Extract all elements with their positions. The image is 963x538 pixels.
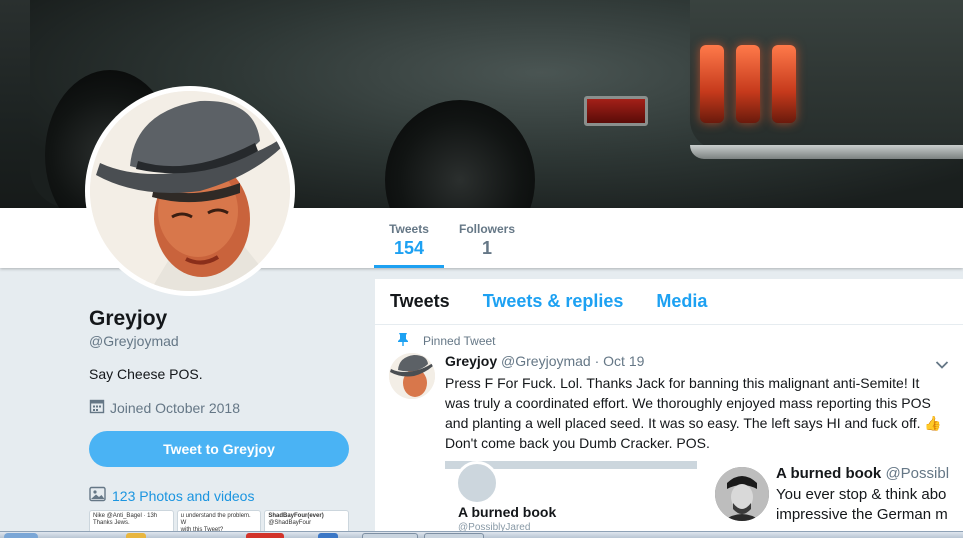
tweet-author-handle[interactable]: @Greyjoymad [501,353,591,369]
stat-followers[interactable]: Followers 1 [452,208,522,268]
profile-name[interactable]: Greyjoy [89,307,167,331]
timeline-tabs: Tweets Tweets & replies Media [375,279,963,325]
tweet-date[interactable]: · Oct 19 [595,353,645,369]
quoted-author-avatar [715,467,769,521]
tweet-author-avatar[interactable] [389,353,435,399]
calendar-icon [89,398,105,417]
quoted-tweet[interactable]: A burned book @Possibl You ever stop & t… [715,465,963,538]
pin-icon [397,332,409,349]
tab-tweets[interactable]: Tweets [390,291,450,312]
profile-handle[interactable]: @Greyjoymad [89,333,179,349]
stat-tweets[interactable]: Tweets 154 [374,208,444,268]
joined-text: Joined October 2018 [110,399,240,416]
taskbar-app-icon[interactable] [424,533,484,538]
profile-joined-date: Joined October 2018 [89,398,240,417]
photo-icon [89,486,106,505]
pinned-text: Pinned Tweet [423,334,496,348]
tab-tweets-replies[interactable]: Tweets & replies [483,291,624,312]
stat-tweets-label: Tweets [389,222,429,236]
photos-videos-link[interactable]: 123 Photos and videos [89,486,254,505]
thumb-line: u understand the problem. W [180,513,251,526]
stat-followers-count: 1 [481,238,492,258]
taskbar-app-icon[interactable] [126,533,146,538]
thumb-line: Thanks Jews. [93,520,130,526]
quoted-author-name: A burned book [776,465,882,482]
tweet-text: Press F For Fuck. Lol. Thanks Jack for b… [445,375,942,451]
quoted-tweet-header: A burned book @Possibl [776,465,949,482]
card-avatar-placeholder [455,461,499,505]
tweet-header: Greyjoy @Greyjoymad · Oct 19 [445,353,644,369]
profile-page: Tweets 154 Followers 1 Greyjoy @Greyjoym… [0,0,963,538]
tweet-author-name[interactable]: Greyjoy [445,353,497,369]
profile-avatar[interactable] [85,86,295,296]
thumb-line: ShadBayFour(ever) [268,513,324,519]
os-taskbar [0,531,963,538]
thumb-line: @ShadBayFour [268,520,312,526]
quoted-author-handle: @Possibl [885,465,950,482]
tweet-to-button[interactable]: Tweet to Greyjoy [89,431,349,467]
profile-bio: Say Cheese POS. [89,366,203,382]
taskbar-app-icon[interactable] [318,533,338,538]
timeline: Tweets Tweets & replies Media Pinned Twe… [375,279,963,538]
embedded-card[interactable]: A burned book @PossiblyJared [445,461,697,538]
pinned-tweet-label: Pinned Tweet [398,333,496,348]
taskbar-app-icon[interactable] [246,533,284,538]
stat-followers-label: Followers [458,222,515,236]
quoted-tweet-text: You ever stop & think abo impressive the… [776,486,948,523]
taskbar-app-icon[interactable] [362,533,418,538]
tab-media[interactable]: Media [656,291,707,312]
stat-tweets-count: 154 [393,238,425,258]
thumb-line: Nike @Anti_Bagel · 13h [93,513,158,519]
start-button[interactable] [4,533,38,538]
card-title: A burned book [458,504,557,520]
photos-videos-label: 123 Photos and videos [112,487,255,504]
